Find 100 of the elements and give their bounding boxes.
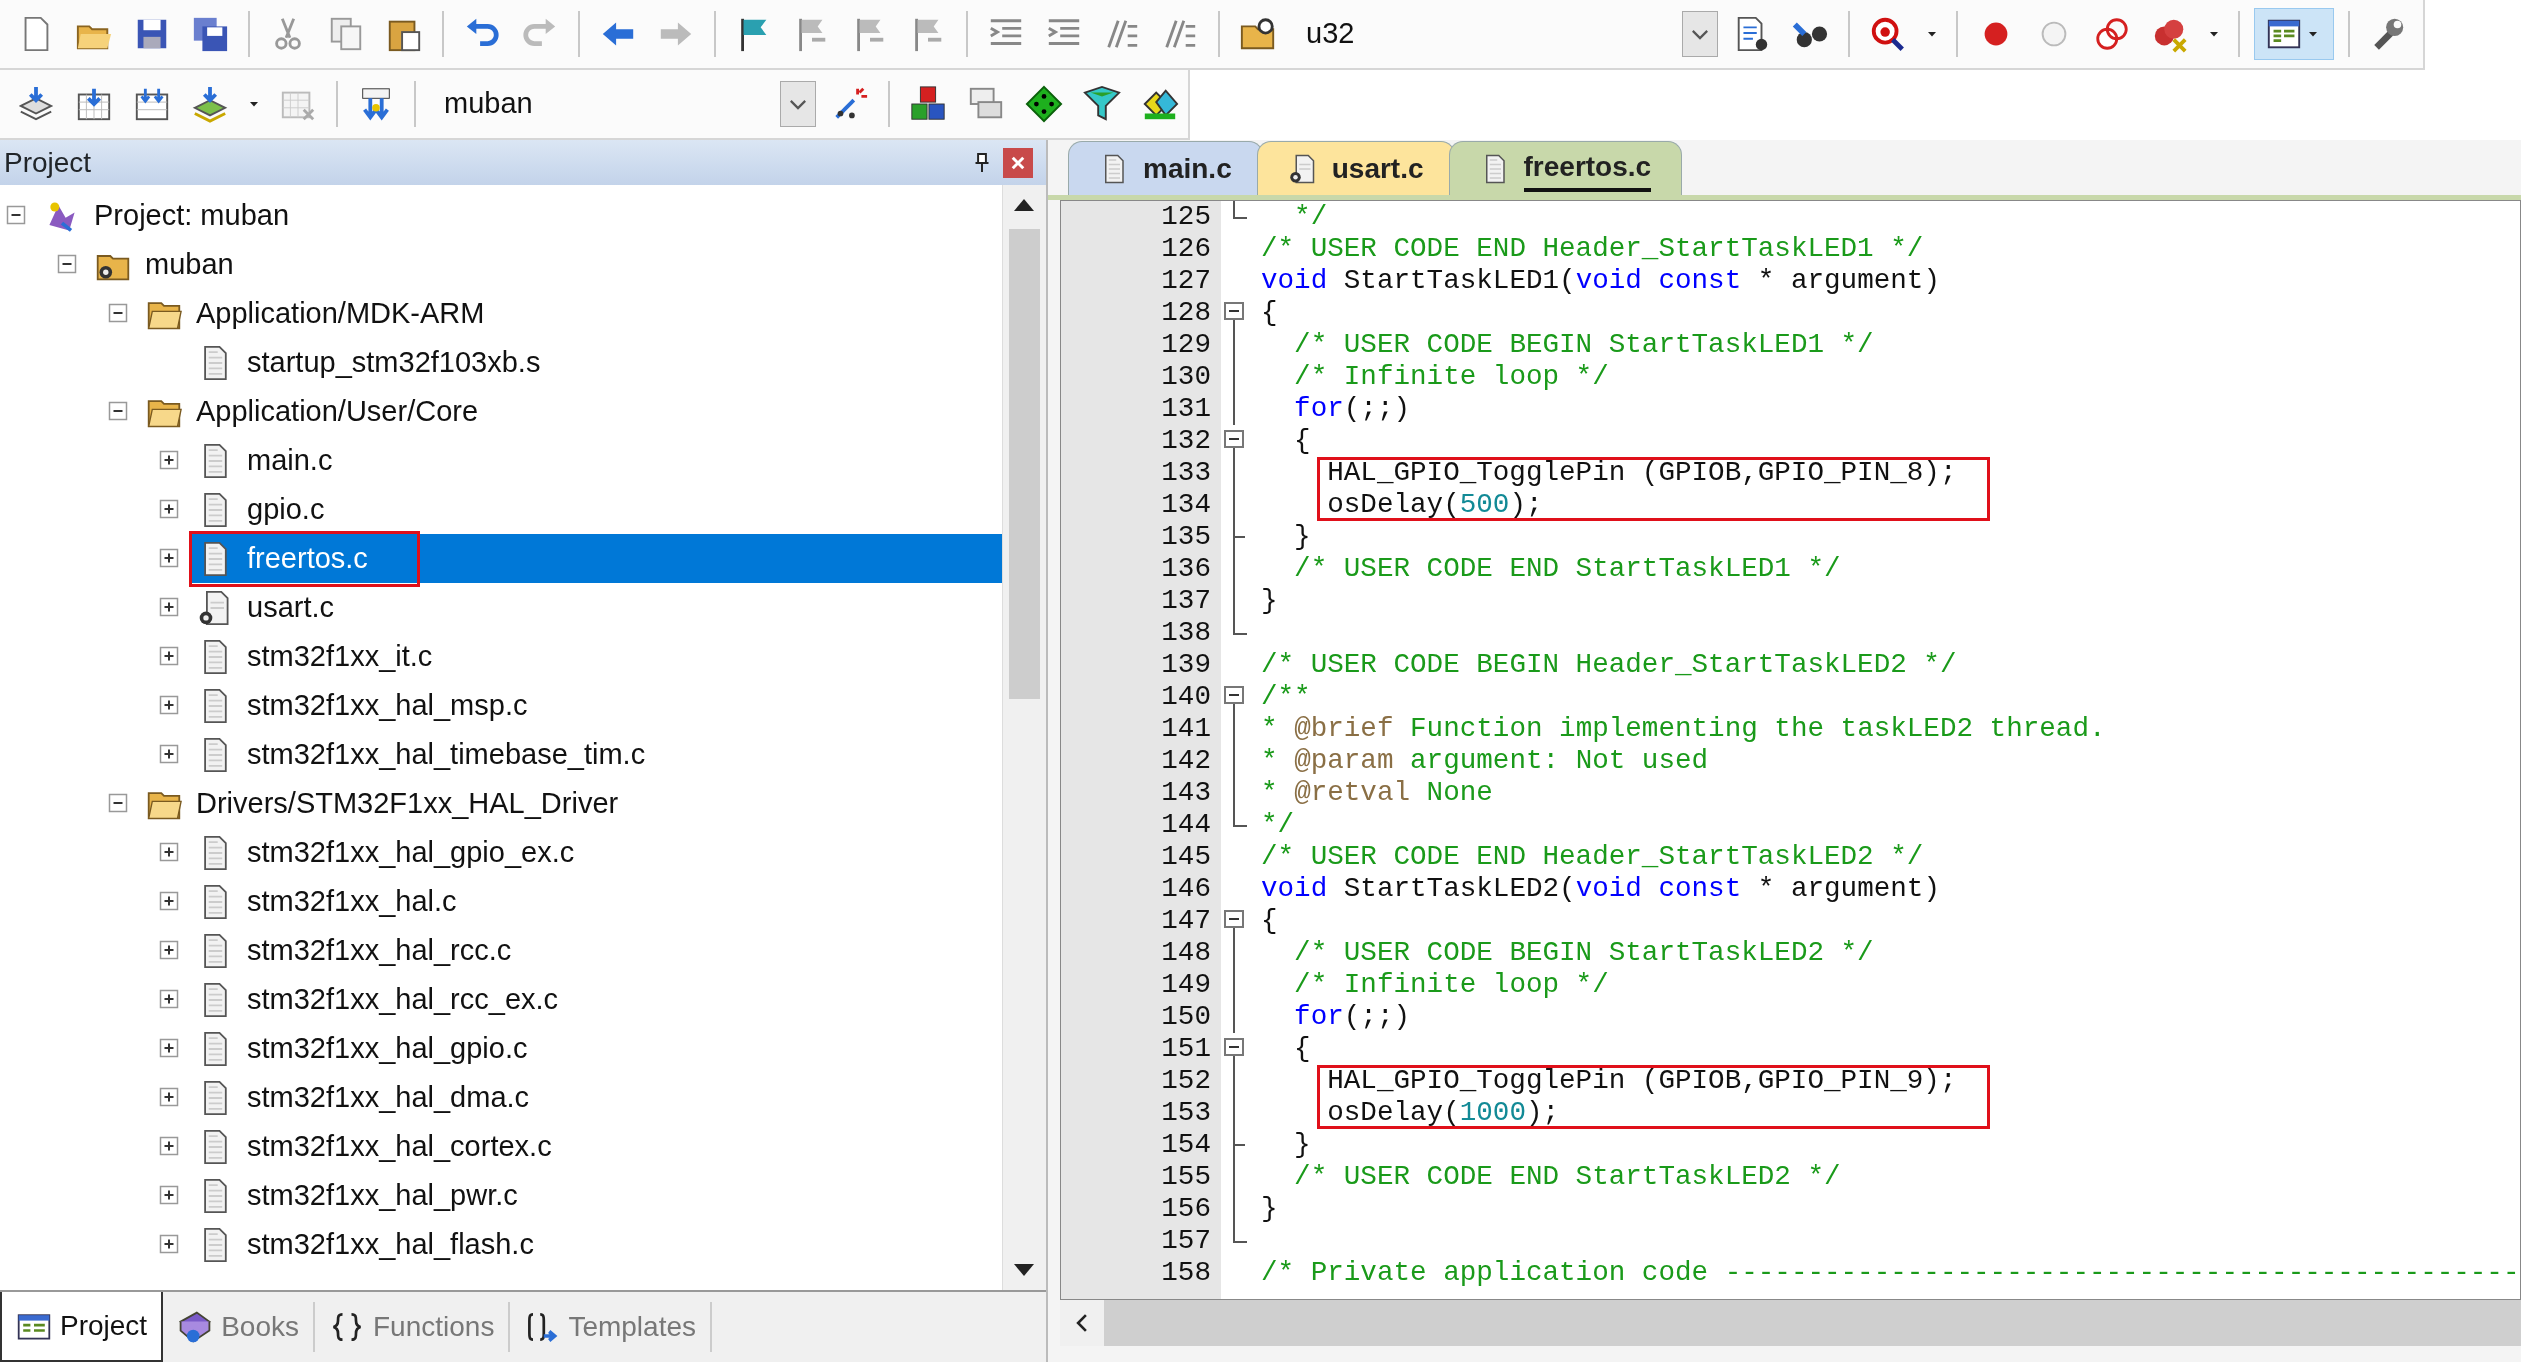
line-number: 132 — [1160, 425, 1211, 457]
line-number: 151 — [1160, 1033, 1211, 1065]
panel-tab[interactable]: Books — [163, 1302, 315, 1352]
expand-icon[interactable] — [159, 1037, 179, 1058]
layers-arrow-icon[interactable] — [17, 85, 55, 123]
double-circles-icon[interactable] — [2093, 15, 2131, 53]
line-number: 157 — [1160, 1225, 1211, 1257]
scrollbar[interactable] — [1002, 185, 1046, 1290]
code-line: /* Infinite loop */ — [1293, 969, 1610, 1001]
tree-item[interactable]: stm32f1xx_hal_cortex.c — [191, 1122, 1002, 1171]
target-combo[interactable]: u32 — [1292, 11, 1672, 57]
tree-item[interactable]: main.c — [191, 436, 1002, 485]
expand-icon[interactable] — [159, 645, 179, 666]
scrollbar[interactable] — [1060, 1300, 2521, 1346]
dropdown-button[interactable] — [1682, 11, 1718, 57]
code-line: } — [1293, 1129, 1312, 1161]
tree-item[interactable]: stm32f1xx_hal_flash.c — [191, 1220, 1002, 1269]
line-number: 143 — [1160, 777, 1211, 809]
expand-icon[interactable] — [159, 890, 179, 911]
blocks-icon[interactable] — [909, 85, 947, 123]
code-line: /* USER CODE BEGIN Header_StartTaskLED2 */ — [1261, 649, 1958, 681]
tree-item[interactable]: stm32f1xx_hal_timebase_tim.c — [191, 730, 1002, 779]
expand-icon[interactable] — [159, 841, 179, 862]
expand-icon[interactable] — [159, 743, 179, 764]
code-line: HAL_GPIO_TogglePin (GPIOB,GPIO_PIN_9); — [1317, 1065, 1991, 1097]
expand-icon[interactable] — [159, 1086, 179, 1107]
expand-icon[interactable] — [159, 988, 179, 1009]
code-line: void StartTaskLED2(void const * argument) — [1261, 873, 1941, 905]
magnifier-icon[interactable] — [1869, 15, 1907, 53]
diamond-icon[interactable] — [1025, 85, 1063, 123]
code-line: * @brief Function implementing the taskLED2 thread. — [1261, 713, 2107, 745]
code-line: } — [1293, 521, 1312, 553]
funnel-icon[interactable] — [1083, 85, 1121, 123]
code-line: void StartTaskLED1(void const * argument) — [1261, 265, 1941, 297]
tree-item[interactable]: stm32f1xx_it.c — [191, 632, 1002, 681]
code-line: } — [1261, 585, 1279, 617]
line-number: 127 — [1160, 265, 1211, 297]
line-number: 144 — [1160, 809, 1211, 841]
panel-tab[interactable]: Functions — [315, 1302, 511, 1352]
tree-item[interactable]: stm32f1xx_hal_pwr.c — [191, 1171, 1002, 1220]
dropdown-button[interactable] — [780, 81, 816, 127]
collapse-icon[interactable] — [108, 302, 128, 323]
code-line: { — [1261, 297, 1279, 329]
tree-item[interactable]: Drivers/STM32F1xx_HAL_Driver — [140, 779, 1002, 828]
tree-item[interactable]: Application/User/Core — [140, 387, 1002, 436]
expand-icon[interactable] — [159, 1135, 179, 1156]
collapse-icon[interactable] — [108, 792, 128, 813]
code-line: * @param argument: Not used — [1261, 745, 1710, 777]
tree-item[interactable]: Application/MDK-ARM — [140, 289, 1002, 338]
save-all-icon[interactable] — [191, 15, 229, 53]
line-number: 154 — [1160, 1129, 1211, 1161]
line-number: 131 — [1160, 393, 1211, 425]
tree-item[interactable]: usart.c — [191, 583, 1002, 632]
tree-item[interactable]: muban — [89, 240, 1002, 289]
code-line: /* USER CODE BEGIN StartTaskLED2 */ — [1293, 937, 1875, 969]
tree-item[interactable]: Project: muban — [38, 191, 1002, 240]
tree-item[interactable]: stm32f1xx_hal_dma.c — [191, 1073, 1002, 1122]
tree-item[interactable]: stm32f1xx_hal_gpio.c — [191, 1024, 1002, 1073]
tree-item[interactable]: startup_stm32f103xb.s — [191, 338, 1002, 387]
tree-item[interactable]: stm32f1xx_hal_gpio_ex.c — [191, 828, 1002, 877]
code-line: */ — [1293, 201, 1329, 233]
code-line: /* USER CODE END Header_StartTaskLED1 */ — [1261, 233, 1925, 265]
collapse-icon[interactable] — [57, 253, 77, 274]
line-number: 149 — [1160, 969, 1211, 1001]
tree-item[interactable]: stm32f1xx_hal_msp.c — [191, 681, 1002, 730]
expand-icon[interactable] — [159, 1233, 179, 1254]
collapse-icon[interactable] — [108, 400, 128, 421]
code-line: { — [1261, 905, 1279, 937]
code-line: /* USER CODE END Header_StartTaskLED2 */ — [1261, 841, 1925, 873]
expand-icon[interactable] — [159, 694, 179, 715]
code-line: HAL_GPIO_TogglePin (GPIOB,GPIO_PIN_8); — [1317, 457, 1991, 489]
line-number: 141 — [1160, 713, 1211, 745]
expand-icon[interactable] — [159, 547, 179, 568]
tree-item[interactable]: stm32f1xx_hal_rcc.c — [191, 926, 1002, 975]
expand-icon[interactable] — [159, 596, 179, 617]
stack-arrow-icon[interactable] — [191, 85, 229, 123]
panel-tab[interactable]: Templates — [510, 1302, 712, 1352]
line-number: 156 — [1160, 1193, 1211, 1225]
line-number: 135 — [1160, 521, 1211, 553]
tree-item[interactable]: freertos.c — [191, 534, 1002, 583]
close-icon[interactable] — [1003, 147, 1033, 178]
editor-tab[interactable]: freertos.c — [1448, 141, 1683, 195]
book-icon — [177, 1309, 214, 1345]
line-number: 145 — [1160, 841, 1211, 873]
scrollbar-thumb[interactable] — [1009, 229, 1040, 699]
line-number: 158 — [1160, 1257, 1211, 1289]
tree-item[interactable]: stm32f1xx_hal.c — [191, 877, 1002, 926]
expand-icon[interactable] — [159, 939, 179, 960]
expand-icon[interactable] — [159, 498, 179, 519]
project-combo[interactable]: muban — [430, 81, 770, 127]
panel-tab[interactable]: Project — [0, 1292, 164, 1362]
tree-item[interactable]: stm32f1xx_hal_rcc_ex.c — [191, 975, 1002, 1024]
tree-item[interactable]: gpio.c — [191, 485, 1002, 534]
code-line: /** — [1261, 681, 1312, 713]
expand-icon[interactable] — [159, 449, 179, 470]
expand-icon[interactable] — [159, 1184, 179, 1205]
code-line: /* Private application code ------------------------------------------------ — [1261, 1257, 2520, 1289]
line-number: 147 — [1160, 905, 1211, 937]
line-number: 136 — [1160, 553, 1211, 585]
collapse-icon[interactable] — [6, 204, 26, 225]
